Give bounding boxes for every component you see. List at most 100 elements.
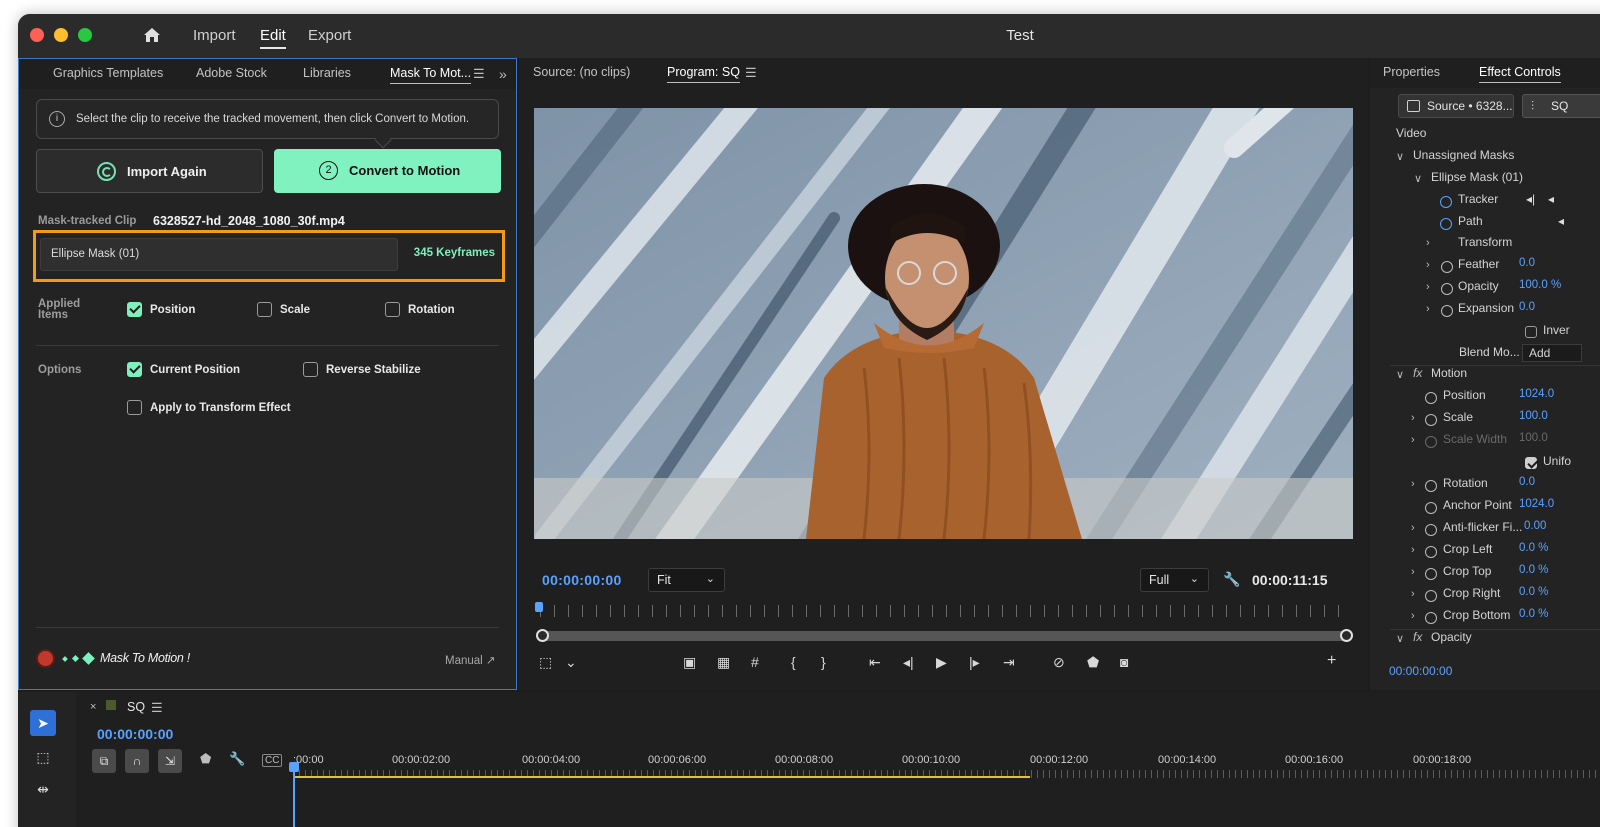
expansion-value[interactable]: 0.0 (1519, 301, 1535, 313)
stopwatch-icon[interactable] (1440, 218, 1452, 230)
wrench-icon[interactable]: 🔧 (1223, 571, 1240, 588)
add-button-icon[interactable]: + (1327, 652, 1336, 670)
effect-controls-timecode[interactable]: 00:00:00:00 (1389, 664, 1452, 678)
stopwatch-icon[interactable] (1441, 283, 1453, 295)
chevron-right-icon[interactable]: › (1411, 434, 1415, 446)
stopwatch-icon[interactable] (1425, 392, 1437, 404)
rotation-row[interactable]: › Rotation 0.0 (1411, 476, 1600, 498)
work-area-bar[interactable] (293, 776, 1030, 778)
stopwatch-icon[interactable] (1425, 524, 1437, 536)
crop-bottom-row[interactable]: › Crop Bottom 0.0 % (1411, 608, 1600, 630)
scale-checkbox[interactable] (257, 302, 272, 317)
chevron-right-icon[interactable]: › (1426, 281, 1430, 293)
mask-opacity-row[interactable]: › Opacity 100.0 % (1426, 279, 1600, 301)
tab-properties[interactable]: Properties (1383, 65, 1440, 79)
ripple-edit-tool-icon[interactable]: ⇹ (30, 776, 56, 802)
import-again-button[interactable]: Import Again (36, 149, 263, 193)
step-forward-icon[interactable]: |▸ (969, 654, 980, 671)
chevron-down-icon[interactable]: ∨ (1396, 368, 1404, 381)
anchor-point-row[interactable]: Anchor Point 1024.0 (1411, 498, 1600, 520)
tab-libraries[interactable]: Libraries (303, 66, 351, 80)
stopwatch-icon[interactable] (1440, 196, 1452, 208)
crop-top-value[interactable]: 0.0 % (1519, 564, 1548, 576)
grid-icon[interactable]: # (751, 654, 759, 670)
tab-source[interactable]: Source: (no clips) (533, 65, 630, 79)
crop-right-value[interactable]: 0.0 % (1519, 586, 1548, 598)
safe-margins-icon[interactable]: ⬚ (539, 654, 552, 671)
convert-to-motion-button[interactable]: 2 Convert to Motion (274, 149, 501, 193)
chevron-right-icon[interactable]: › (1426, 237, 1430, 249)
anchor-point-value[interactable]: 1024.0 (1519, 498, 1554, 510)
crop-left-row[interactable]: › Crop Left 0.0 % (1411, 542, 1600, 564)
scrollbar-left-handle[interactable] (536, 629, 549, 642)
stopwatch-icon[interactable] (1425, 568, 1437, 580)
manual-link[interactable]: Manual ↗ (445, 653, 496, 667)
crop-right-row[interactable]: › Crop Right 0.0 % (1411, 586, 1600, 608)
panel-menu-icon[interactable]: ☰ (473, 66, 485, 82)
chevron-down-icon[interactable]: ∨ (1414, 172, 1422, 185)
chevron-right-icon[interactable]: › (1411, 478, 1415, 490)
source-clip-selector[interactable]: Source • 6328... (1398, 94, 1514, 118)
expansion-row[interactable]: › Expansion 0.0 (1426, 301, 1600, 323)
stopwatch-icon[interactable] (1425, 480, 1437, 492)
mask-select-field[interactable]: Ellipse Mask (01) (40, 238, 398, 271)
rotation-value[interactable]: 0.0 (1519, 476, 1535, 488)
scale-row[interactable]: › Scale 100.0 (1411, 410, 1600, 432)
monitor-zoom-scrollbar[interactable] (536, 629, 1353, 642)
anti-flicker-row[interactable]: › Anti-flicker Fi... 0.00 (1411, 520, 1600, 542)
chevron-right-icon[interactable]: › (1426, 259, 1430, 271)
chevron-down-icon[interactable]: ∨ (1396, 150, 1404, 163)
tab-mask-to-motion[interactable]: Mask To Mot... (390, 66, 472, 84)
apply-transform-checkbox[interactable] (127, 400, 142, 415)
chevron-right-icon[interactable]: › (1411, 522, 1415, 534)
mark-out-icon[interactable]: } (821, 654, 826, 670)
mask-opacity-value[interactable]: 100.0 % (1519, 279, 1561, 291)
close-sequence-icon[interactable]: × (90, 701, 96, 713)
chevron-right-icon[interactable]: › (1411, 588, 1415, 600)
scale-value[interactable]: 100.0 (1519, 410, 1548, 422)
position-row[interactable]: Position 1024.0 (1411, 388, 1600, 410)
track-backward-icon[interactable]: ◂| (1526, 192, 1535, 206)
scrollbar-right-handle[interactable] (1340, 629, 1353, 642)
tab-program[interactable]: Program: SQ (667, 65, 740, 83)
crop-left-value[interactable]: 0.0 % (1519, 542, 1548, 554)
monitor-playhead[interactable] (535, 602, 543, 612)
keyframe-nav-icon[interactable]: ◂ (1558, 214, 1564, 228)
play-icon[interactable]: ▶ (936, 654, 947, 671)
playback-resolution-dropdown[interactable]: Full ⌄ (1140, 568, 1209, 592)
feather-value[interactable]: 0.0 (1519, 257, 1535, 269)
stopwatch-icon[interactable] (1425, 612, 1437, 624)
stopwatch-icon[interactable] (1425, 502, 1437, 514)
tracker-row[interactable]: Tracker ◂| ◂ (1440, 192, 1600, 214)
stopwatch-icon[interactable] (1441, 305, 1453, 317)
track-select-tool-icon[interactable]: ⬚ (30, 744, 56, 770)
selection-tool-icon[interactable]: ➤ (30, 710, 56, 736)
panel-menu-icon[interactable]: ☰ (745, 65, 757, 81)
track-backward-frame-icon[interactable]: ◂ (1548, 192, 1554, 206)
sequence-tab[interactable]: SQ (127, 700, 145, 714)
timeline-playhead[interactable] (289, 762, 299, 827)
nest-sequences-icon[interactable]: ⧉ (92, 749, 116, 773)
blend-mode-dropdown[interactable]: Add (1522, 344, 1582, 362)
program-current-timecode[interactable]: 00:00:00:00 (542, 572, 622, 588)
blend-mode-row[interactable]: Blend Mo... Add (1459, 344, 1600, 367)
inverted-checkbox[interactable] (1525, 326, 1537, 338)
position-value[interactable]: 1024.0 (1519, 388, 1554, 400)
marker-icon[interactable]: ⬟ (200, 751, 211, 767)
go-to-out-icon[interactable]: ⇥ (1003, 654, 1015, 671)
compare-view-icon[interactable]: ▣ (683, 654, 696, 671)
stopwatch-icon[interactable] (1425, 414, 1437, 426)
chevron-down-icon[interactable]: ∨ (1396, 632, 1404, 645)
stopwatch-icon[interactable] (1441, 261, 1453, 273)
uniform-scale-checkbox[interactable] (1525, 457, 1537, 469)
linked-selection-icon[interactable]: ⇲ (158, 749, 182, 773)
timeline-timecode[interactable]: 00:00:00:00 (97, 726, 173, 742)
tab-adobe-stock[interactable]: Adobe Stock (196, 66, 267, 80)
step-back-icon[interactable]: ◂| (903, 654, 914, 671)
monitor-time-ruler[interactable] (540, 605, 1350, 617)
sequence-selector[interactable]: ⫶ SQ (1522, 94, 1600, 118)
feather-row[interactable]: › Feather 0.0 (1426, 257, 1600, 279)
reverse-stabilize-checkbox[interactable] (303, 362, 318, 377)
current-position-checkbox[interactable] (127, 362, 142, 377)
crop-bottom-value[interactable]: 0.0 % (1519, 608, 1548, 620)
